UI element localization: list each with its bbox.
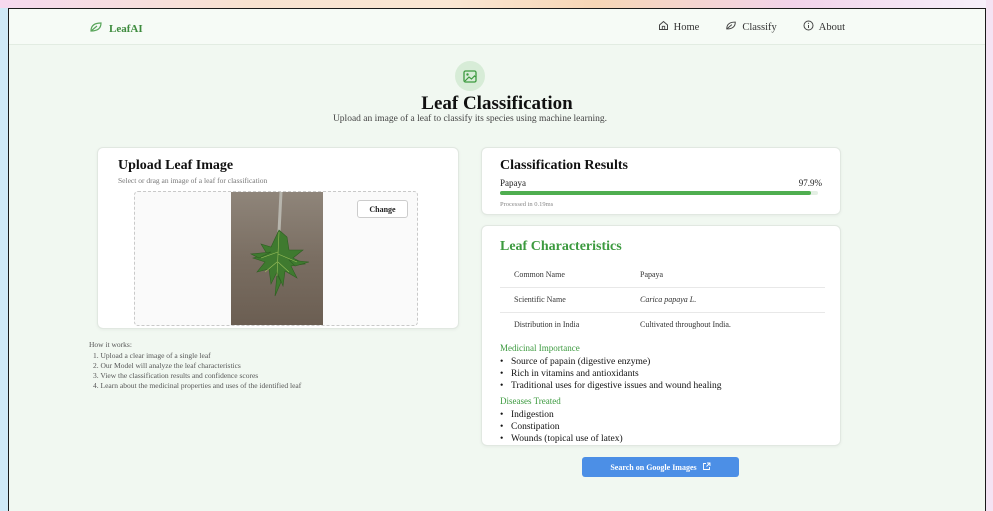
upload-card-title: Upload Leaf Image (118, 158, 234, 173)
list-item: Traditional uses for digestive issues an… (500, 380, 721, 392)
predicted-label: Papaya (500, 178, 526, 188)
search-button-label: Search on Google Images (610, 462, 697, 472)
characteristics-table: Common Name Papaya Scientific Name Caric… (500, 262, 825, 337)
confidence-bar-fill (500, 191, 812, 195)
leaf-icon (89, 20, 103, 38)
info-icon (803, 20, 814, 34)
nav-classify-label: Classify (742, 21, 777, 33)
navbar: LeafAI Home Classify About (9, 9, 985, 45)
how-it-works: How it works: 1. Upload a clear image of… (89, 340, 301, 391)
list-item: Source of papain (digestive enzyme) (500, 356, 721, 368)
how-it-works-steps: 1. Upload a clear image of a single leaf… (89, 351, 301, 391)
nav-home-label: Home (673, 21, 700, 33)
table-row: Common Name Papaya (500, 262, 825, 288)
row-key: Scientific Name (500, 287, 640, 313)
how-step: 4. Learn about the medicinal properties … (93, 381, 302, 390)
list-item: Wounds (topical use of latex) (500, 433, 623, 445)
nav-about[interactable]: About (803, 20, 845, 34)
how-step: 2. Our Model will analyze the leaf chara… (93, 361, 241, 370)
diseases-list: Indigestion Constipation Wounds (topical… (500, 409, 623, 445)
row-value: Cultivated throughout India. (640, 320, 731, 330)
brand-name: LeafAI (109, 23, 143, 35)
leaf-icon (725, 20, 737, 34)
nav-links: Home Classify About (658, 20, 845, 34)
table-row: Scientific Name Carica papaya L. (500, 287, 825, 313)
list-item: Constipation (500, 421, 623, 433)
image-icon (455, 61, 485, 91)
change-image-button[interactable]: Change (357, 200, 408, 218)
results-card-title: Classification Results (500, 158, 628, 173)
medicinal-list: Source of papain (digestive enzyme) Rich… (500, 356, 721, 392)
diseases-heading: Diseases Treated (500, 396, 561, 406)
nav-classify[interactable]: Classify (725, 20, 777, 34)
how-step: 1. Upload a clear image of a single leaf (93, 351, 211, 360)
how-step: 3. View the classification results and c… (93, 371, 259, 380)
brand[interactable]: LeafAI (89, 20, 143, 38)
background-band-right (986, 0, 993, 511)
list-item: Rich in vitamins and antioxidants (500, 368, 721, 380)
page-subtitle: Upload an image of a leaf to classify it… (332, 114, 608, 124)
processing-time: Processed in 0.19ms (500, 201, 554, 208)
medicinal-heading: Medicinal Importance (500, 343, 580, 353)
upload-card-subtitle: Select or drag an image of a leaf for cl… (118, 176, 268, 185)
characteristics-title: Leaf Characteristics (500, 239, 622, 254)
leaf-image-preview (231, 192, 323, 325)
search-google-images-button[interactable]: Search on Google Images (582, 457, 739, 477)
row-value: Carica papaya L. (640, 287, 825, 313)
nav-about-label: About (818, 21, 845, 33)
image-dropzone[interactable]: Change (134, 191, 418, 326)
row-key: Distribution in India (514, 320, 580, 330)
table-row: Distribution in India Cultivated through… (500, 312, 825, 337)
confidence-bar (500, 191, 818, 195)
home-icon (658, 20, 669, 34)
characteristics-card: Leaf Characteristics Common Name Papaya … (481, 225, 841, 446)
how-it-works-heading: How it works: (89, 340, 132, 349)
app-window: LeafAI Home Classify About Leaf Classifi… (8, 8, 986, 511)
row-key: Common Name (500, 262, 640, 288)
row-value: Papaya (640, 262, 825, 288)
page-title: Leaf Classification (421, 93, 573, 114)
background-band-pink (0, 0, 993, 8)
external-link-icon (702, 462, 711, 473)
list-item: Indigestion (500, 409, 623, 421)
confidence-value: 97.9% (798, 178, 822, 188)
results-card: Classification Results Papaya 97.9% Proc… (481, 147, 841, 215)
upload-card: Upload Leaf Image Select or drag an imag… (97, 147, 459, 329)
nav-home[interactable]: Home (658, 20, 700, 34)
